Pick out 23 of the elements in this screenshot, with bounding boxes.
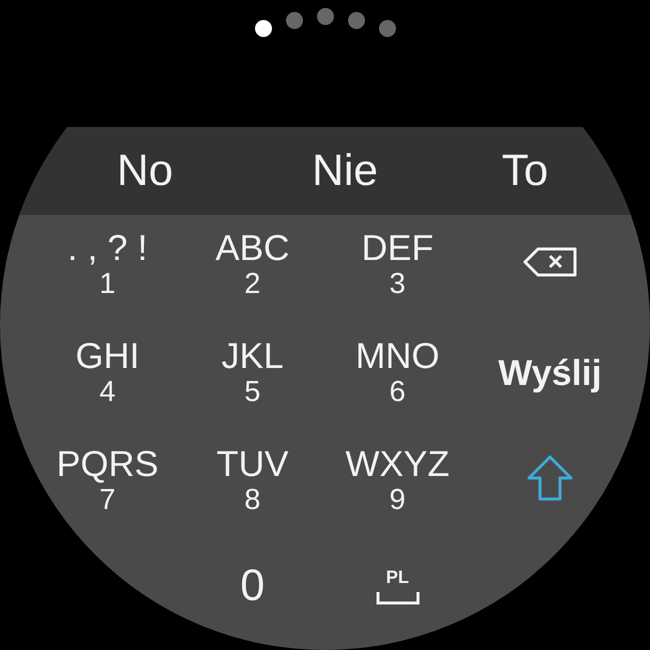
key[interactable]: DEF 3 xyxy=(325,223,470,331)
key[interactable]: JKL 5 xyxy=(180,331,325,439)
backspace-icon xyxy=(522,246,578,278)
page-dot[interactable] xyxy=(378,20,396,37)
send-button[interactable]: Wyślij xyxy=(470,331,630,439)
key[interactable]: 0 xyxy=(180,547,325,650)
key[interactable]: MNO 6 xyxy=(325,331,470,439)
page-dot[interactable] xyxy=(316,8,334,25)
suggestion[interactable]: Nie xyxy=(290,138,400,204)
suggestion[interactable]: No xyxy=(0,138,290,204)
key[interactable]: TUV 8 xyxy=(180,439,325,547)
page-dot[interactable] xyxy=(254,20,272,37)
page-dot[interactable] xyxy=(286,12,302,29)
key[interactable]: GHI 4 xyxy=(35,331,180,439)
space-key[interactable]: PL xyxy=(325,547,470,650)
key[interactable]: WXYZ 9 xyxy=(325,439,470,547)
page-dot[interactable] xyxy=(348,12,364,29)
key[interactable]: PQRS 7 xyxy=(35,439,180,547)
key[interactable]: ABC 2 xyxy=(180,223,325,331)
shift-arrow-icon xyxy=(526,455,574,501)
key[interactable]: . , ? ! 1 xyxy=(35,223,180,331)
space-bar-icon xyxy=(376,591,420,606)
suggestion[interactable]: To xyxy=(400,138,650,204)
